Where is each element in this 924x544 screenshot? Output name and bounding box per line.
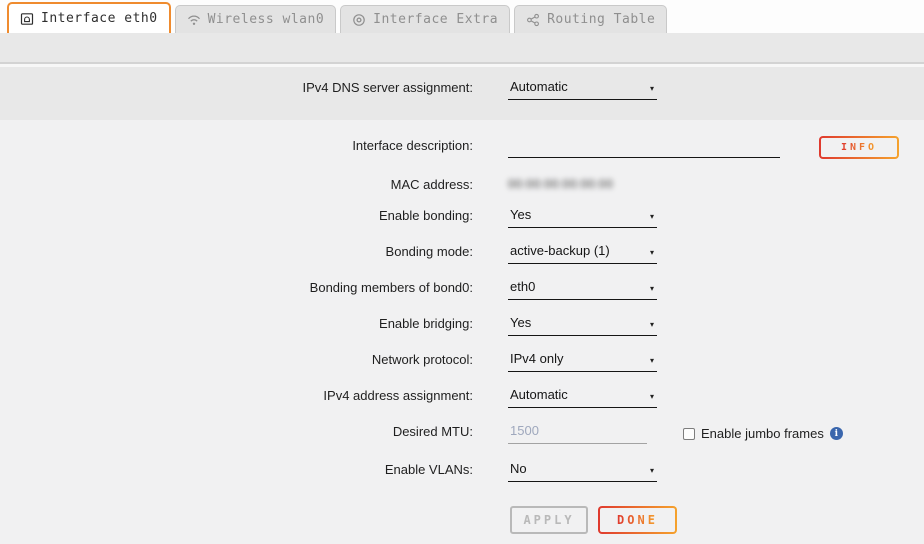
select-value-ipv4_assign: Automatic [510,387,568,402]
select-value-bonding: Yes [510,207,531,222]
jumbo-frames-label: Enable jumbo frames [701,426,824,441]
wifi-icon [187,13,201,27]
tab-wireless-wlan0[interactable]: Wireless wlan0 [175,5,337,33]
info-button-face: INFO [821,138,897,157]
done-button-face: DONE [600,508,675,532]
field-label-bonding: Enable bonding: [0,208,473,223]
field-label-mtu: Desired MTU: [0,424,473,439]
tab-label: Routing Table [547,12,655,27]
done-button[interactable]: DONE [598,506,677,534]
tab-label: Interface eth0 [41,11,158,26]
text-input-desc[interactable] [508,130,780,158]
field-label-dns: IPv4 DNS server assignment: [0,80,473,95]
info-circle-icon[interactable]: i [830,427,843,440]
form-row-ipv4_assign: IPv4 address assignment: Automatic ▾ [0,381,924,408]
field-label-ipv4_assign: IPv4 address assignment: [0,388,473,403]
apply-button[interactable]: APPLY [510,506,588,534]
tab-label: Interface Extra [373,12,498,27]
text-value-mtu: 1500 [510,423,539,438]
form-row-bond_members: Bonding members of bond0: eth0 ▾ [0,273,924,300]
field-label-desc: Interface description: [0,138,473,153]
form-row-vlans: Enable VLANs: No ▾ [0,455,924,482]
form-row-protocol: Network protocol: IPv4 only ▾ [0,345,924,372]
field-label-bridging: Enable bridging: [0,316,473,331]
select-bridging[interactable]: Yes ▾ [508,308,657,336]
form-row-dns: IPv4 DNS server assignment: Automatic ▾ [0,73,924,100]
select-value-dns: Automatic [510,79,568,94]
chevron-down-icon: ▾ [650,212,654,221]
tab-label: Wireless wlan0 [208,12,325,27]
network-settings-page: Interface eth0 Wireless wlan0 Interface … [0,0,924,544]
chevron-down-icon: ▾ [650,356,654,365]
form-row-bridging: Enable bridging: Yes ▾ [0,309,924,336]
select-value-vlans: No [510,461,527,476]
info-button[interactable]: INFO [819,136,899,159]
select-vlans[interactable]: No ▾ [508,454,657,482]
target-icon [352,13,366,27]
form-row-mtu: Desired MTU: 1500 Enable jumbo frames i [0,417,924,444]
form-row-mac: MAC address: 00:00:00:00:00:00 [0,170,924,197]
field-label-protocol: Network protocol: [0,352,473,367]
chevron-down-icon: ▾ [650,248,654,257]
select-value-bridging: Yes [510,315,531,330]
tab-bar: Interface eth0 Wireless wlan0 Interface … [0,0,924,33]
select-bonding[interactable]: Yes ▾ [508,200,657,228]
done-button-label: DONE [617,513,658,527]
form-row-bonding: Enable bonding: Yes ▾ [0,201,924,228]
share-nodes-icon [526,13,540,27]
chevron-down-icon: ▾ [650,466,654,475]
select-value-protocol: IPv4 only [510,351,563,366]
toolbar-strip [0,33,924,64]
field-label-vlans: Enable VLANs: [0,462,473,477]
select-bonding_mode[interactable]: active-backup (1) ▾ [508,236,657,264]
chevron-down-icon: ▾ [650,392,654,401]
form-row-bonding_mode: Bonding mode: active-backup (1) ▾ [0,237,924,264]
jumbo-frames-cluster: Enable jumbo frames i [683,426,843,441]
tab-interface-extra[interactable]: Interface Extra [340,5,510,33]
info-button-label: INFO [841,142,877,153]
text-input-mtu: 1500 [508,416,647,444]
select-protocol[interactable]: IPv4 only ▾ [508,344,657,372]
select-bond_members[interactable]: eth0 ▾ [508,272,657,300]
ethernet-port-icon [20,12,34,26]
chevron-down-icon: ▾ [650,320,654,329]
select-value-bonding_mode: active-backup (1) [510,243,610,258]
field-label-bond_members: Bonding members of bond0: [0,280,473,295]
tab-interface-eth0[interactable]: Interface eth0 [7,2,171,33]
select-ipv4_assign[interactable]: Automatic ▾ [508,380,657,408]
mac-address-value-redacted: 00:00:00:00:00:00 [508,177,613,191]
field-label-mac: MAC address: [0,177,473,192]
select-value-bond_members: eth0 [510,279,535,294]
chevron-down-icon: ▾ [650,84,654,93]
tab-routing-table[interactable]: Routing Table [514,5,667,33]
form-row-desc: Interface description: INFO [0,131,924,158]
field-label-bonding_mode: Bonding mode: [0,244,473,259]
chevron-down-icon: ▾ [650,284,654,293]
jumbo-frames-checkbox[interactable] [683,428,695,440]
select-dns[interactable]: Automatic ▾ [508,72,657,100]
